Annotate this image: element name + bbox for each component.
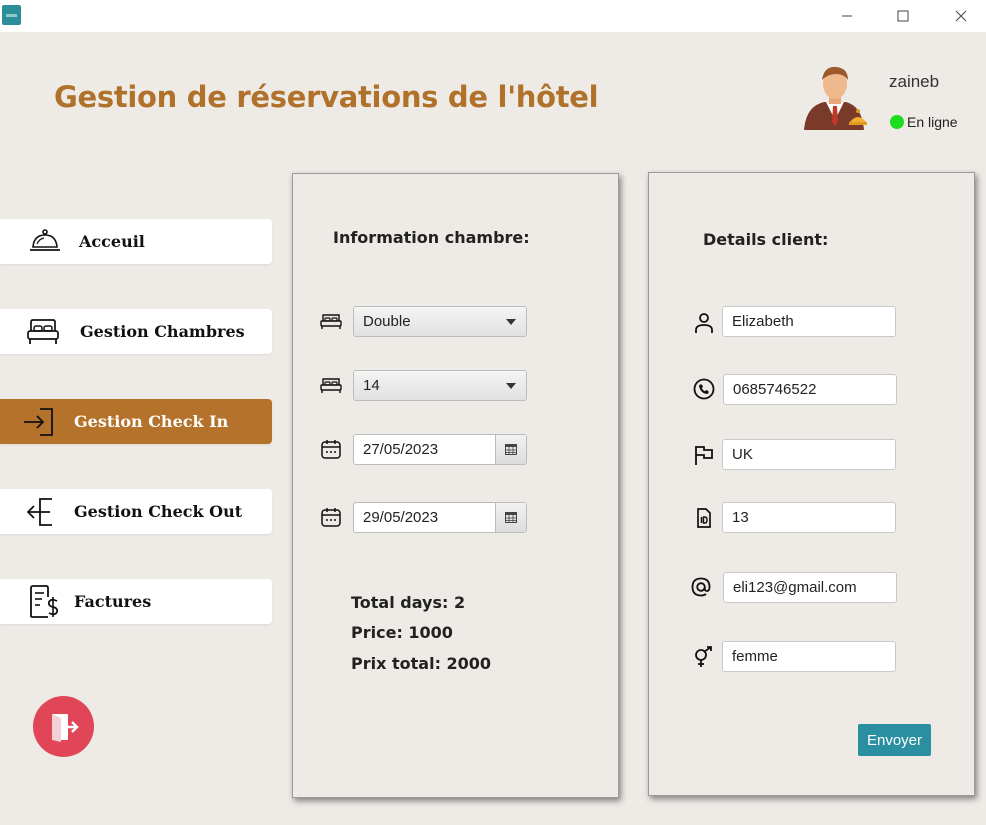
check-out-date-value: 29/05/2023 — [363, 509, 439, 526]
close-button[interactable] — [938, 0, 984, 32]
close-icon — [955, 10, 967, 22]
calendar-icon — [321, 508, 341, 527]
sidebar-item-label: Gestion Check In — [74, 412, 229, 431]
sidebar-item-gestion-check-out[interactable]: Gestion Check Out — [0, 489, 272, 534]
calendar-grid-icon — [505, 444, 517, 455]
minimize-icon — [842, 15, 852, 17]
sidebar-item-factures[interactable]: Factures — [0, 579, 272, 624]
page-title: Gestion de réservations de l'hôtel — [54, 80, 599, 114]
sidebar-item-label: Gestion Check Out — [74, 502, 243, 521]
client-country-value: UK — [732, 446, 753, 463]
sidebar-item-gestion-check-in[interactable]: Gestion Check In — [0, 399, 272, 444]
client-id-value: 13 — [732, 509, 749, 526]
total-days-text: Total days: 2 — [351, 593, 466, 612]
client-country-field[interactable]: UK — [722, 439, 896, 470]
calendar-grid-icon — [505, 512, 517, 523]
client-gender-value: femme — [732, 648, 778, 665]
status-text: En ligne — [907, 114, 958, 130]
client-name-value: Elizabeth — [732, 313, 794, 330]
client-phone-field[interactable]: 0685746522 — [723, 374, 897, 405]
login-icon — [24, 408, 53, 436]
check-out-date-picker[interactable]: 29/05/2023 — [353, 502, 527, 533]
flag-icon — [695, 446, 713, 465]
logout-arrow-icon — [26, 498, 52, 526]
maximize-icon — [897, 10, 909, 22]
calendar-picker-button[interactable] — [495, 435, 526, 464]
bed-icon — [320, 314, 342, 329]
window-titlebar — [0, 0, 986, 32]
phone-icon — [693, 378, 715, 400]
bed-icon — [27, 319, 59, 344]
maximize-button[interactable] — [880, 0, 926, 32]
app-icon — [2, 5, 21, 25]
sidebar-item-label: Factures — [74, 592, 152, 611]
chevron-down-icon — [506, 383, 516, 389]
client-phone-value: 0685746522 — [733, 381, 817, 398]
receptionist-avatar-icon — [804, 66, 867, 130]
client-details-heading: Details client: — [703, 230, 829, 249]
room-info-panel — [292, 173, 619, 798]
sidebar-item-acceuil[interactable]: Acceuil — [0, 219, 272, 264]
room-info-heading: Information chambre: — [333, 228, 530, 247]
chevron-down-icon — [506, 319, 516, 325]
client-gender-field[interactable]: femme — [722, 641, 896, 672]
client-name-field[interactable]: Elizabeth — [722, 306, 896, 337]
calendar-icon — [321, 440, 341, 459]
room-type-select[interactable]: Double — [353, 306, 527, 337]
total-price-text: Prix total: 2000 — [351, 654, 492, 673]
email-at-icon — [691, 577, 711, 597]
calendar-picker-button[interactable] — [495, 503, 526, 532]
sidebar-item-label: Acceuil — [79, 232, 145, 251]
client-details-panel — [648, 172, 975, 796]
sidebar-item-label: Gestion Chambres — [80, 322, 245, 341]
person-icon — [695, 313, 713, 333]
gender-icon — [695, 646, 712, 667]
id-card-icon — [697, 508, 711, 528]
room-type-value: Double — [363, 313, 411, 330]
minimize-button[interactable] — [824, 0, 870, 32]
client-email-field[interactable]: eli123@gmail.com — [723, 572, 897, 603]
room-number-select[interactable]: 14 — [353, 370, 527, 401]
invoice-dollar-icon — [30, 585, 59, 618]
user-name: zaineb — [889, 72, 940, 91]
client-email-value: eli123@gmail.com — [733, 579, 857, 596]
logout-button[interactable] — [33, 696, 94, 757]
check-in-date-picker[interactable]: 27/05/2023 — [353, 434, 527, 465]
room-number-value: 14 — [363, 377, 380, 394]
sidebar-item-gestion-chambres[interactable]: Gestion Chambres — [0, 309, 272, 354]
online-status-dot — [890, 115, 904, 129]
price-text: Price: 1000 — [351, 623, 453, 642]
bed-icon — [320, 378, 342, 393]
check-in-date-value: 27/05/2023 — [363, 441, 439, 458]
send-button[interactable]: Envoyer — [858, 724, 931, 756]
client-id-field[interactable]: 13 — [722, 502, 896, 533]
service-bell-icon — [30, 229, 60, 251]
exit-door-icon — [51, 713, 79, 742]
